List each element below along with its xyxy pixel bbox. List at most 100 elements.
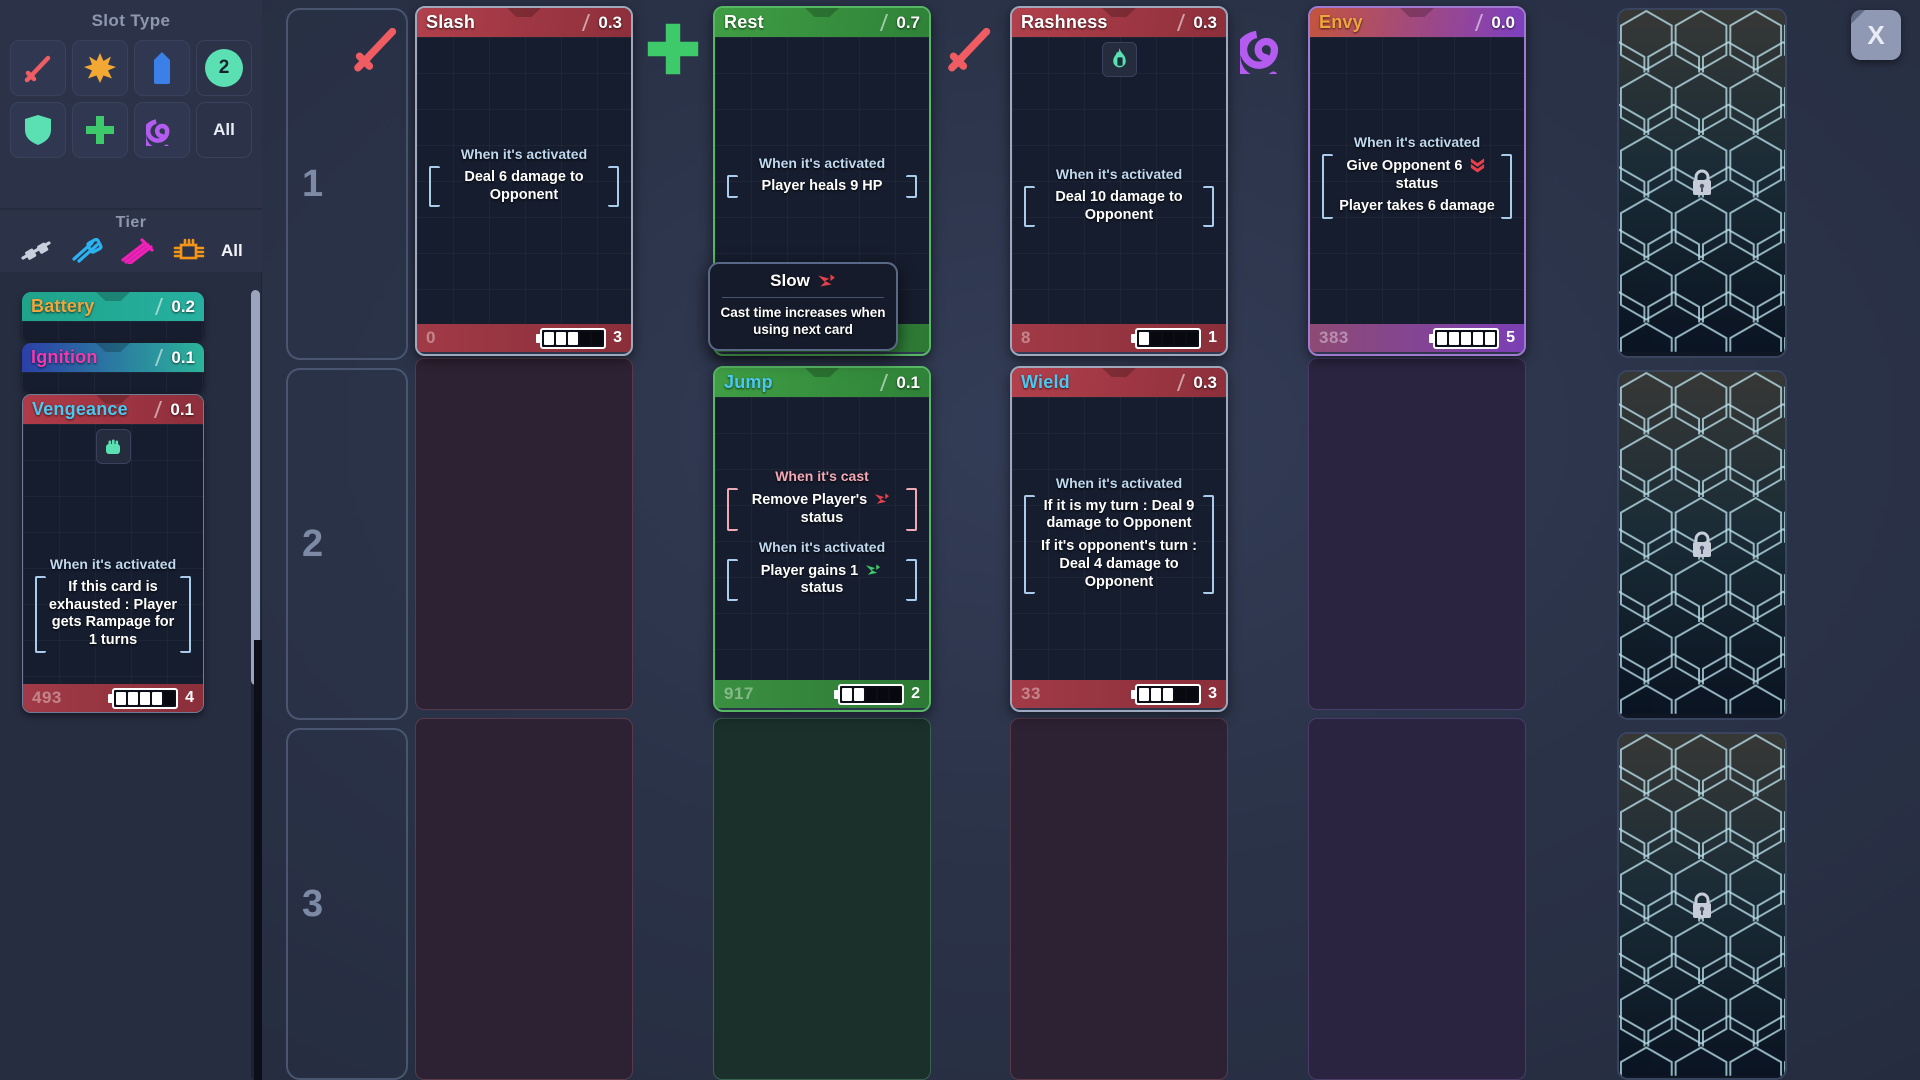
deck-card-list[interactable]: Battery 0.2 Ignition 0.1 Vengeance 0.1 W… — [22, 292, 204, 713]
plus-icon — [647, 23, 699, 75]
effect-line: Player heals 9 HP — [761, 177, 883, 194]
card-header: Battery 0.2 — [22, 292, 204, 321]
effect-header: When it's activated — [460, 145, 588, 162]
tier-row: All — [0, 234, 262, 268]
charge-meter — [108, 687, 179, 709]
lane-icon-0 — [348, 20, 404, 81]
empty-slot-lane0-row2[interactable] — [415, 718, 633, 1080]
card-footer: 493 4 — [23, 684, 203, 712]
board-card-jump[interactable]: Jump 0.1 When it's cast Remove Player's … — [713, 366, 931, 712]
card-footer: 0 3 — [417, 324, 631, 352]
tooltip-title: Slow — [770, 271, 810, 290]
charge-count: 1 — [1208, 329, 1217, 346]
effect-box: Deal 6 damage to Opponent — [429, 164, 619, 209]
effect-line: Deal 10 damage to Opponent — [1055, 188, 1183, 223]
card-cost: 0.1 — [157, 400, 194, 420]
row-slot-3[interactable]: 3 — [286, 728, 408, 1080]
locked-slot-2[interactable] — [1617, 370, 1787, 720]
status-tooltip: Slow Cast time increases when using next… — [708, 262, 898, 351]
shield-icon — [25, 115, 51, 145]
lane-icon-3 — [1233, 22, 1292, 84]
empty-slot-lane3-row1[interactable] — [1308, 358, 1526, 710]
locked-slot-3[interactable] — [1617, 732, 1787, 1080]
tier-1-icon[interactable] — [19, 238, 55, 264]
effect-box: If this card is exhausted : Player gets … — [35, 574, 191, 655]
effect-text-suffix: status — [1395, 175, 1439, 192]
card-cost: 0.3 — [1180, 373, 1217, 393]
card-title: Envy — [1319, 12, 1363, 32]
charge-count: 3 — [613, 329, 622, 346]
empty-slot-lane1-row2[interactable] — [713, 718, 931, 1080]
empty-slot-lane2-row2[interactable] — [1010, 718, 1228, 1080]
card-header: Slash 0.3 — [417, 8, 631, 37]
card-title: Jump — [724, 372, 773, 392]
card-notch — [96, 292, 130, 301]
card-title: Wield — [1021, 372, 1070, 392]
board-card-slash[interactable]: Slash 0.3 When it's activated Deal 6 dam… — [415, 6, 633, 356]
effect-line: If it is my turn : Deal 9 damage to Oppo… — [1043, 497, 1195, 532]
filter-shield[interactable] — [10, 102, 66, 158]
filter-all-label: All — [213, 120, 235, 139]
card-header: Vengeance 0.1 — [23, 395, 203, 424]
card-cost: 0.7 — [883, 13, 920, 33]
deck-card-vengeance[interactable]: Vengeance 0.1 When it's activated If thi… — [22, 394, 204, 713]
effect-text-prefix: Player gains 1 — [760, 562, 859, 579]
row-label-3: 3 — [302, 882, 324, 925]
charge-count: 3 — [1208, 685, 1217, 702]
card-body — [22, 321, 204, 341]
card-header: Rest 0.7 — [715, 8, 929, 37]
effect-box: Give Opponent 6 status Player takes 6 da… — [1322, 152, 1512, 221]
tier-all-label[interactable]: All — [221, 241, 243, 261]
card-charge: 3 — [536, 327, 622, 349]
spiral-icon — [1233, 30, 1279, 84]
empty-slot-lane0-row1[interactable] — [415, 358, 633, 710]
row-label-1: 1 — [302, 162, 324, 205]
effect-line: If it's opponent's turn : Deal 4 damage … — [1041, 538, 1197, 590]
card-id: 493 — [32, 688, 62, 707]
locked-slot-1[interactable] — [1617, 8, 1787, 358]
card-body — [22, 372, 204, 392]
card-header: Rashness 0.3 — [1012, 8, 1226, 37]
filter-all[interactable]: All — [196, 102, 252, 158]
tier-3-icon[interactable] — [120, 238, 156, 264]
plus-icon — [86, 116, 114, 144]
game-screen: Slot Type 2 All Tier All Battery 0.2 Ign… — [0, 0, 1920, 1080]
card-notch — [1400, 8, 1434, 17]
effect-line: Player takes 6 damage — [1339, 198, 1495, 215]
board-card-wield[interactable]: Wield 0.3 When it's activated If it is m… — [1010, 366, 1228, 712]
board-card-rashness[interactable]: Rashness 0.3 When it's activated Deal 10… — [1010, 6, 1228, 356]
filter-count[interactable]: 2 — [196, 40, 252, 96]
empty-slot-lane3-row2[interactable] — [1308, 718, 1526, 1080]
card-cost: 0.0 — [1478, 13, 1515, 33]
card-title: Rest — [724, 12, 764, 32]
tier-2-icon[interactable] — [70, 238, 106, 264]
card-notch — [507, 8, 541, 17]
sidebar-scrollbar-thumb[interactable] — [251, 290, 260, 685]
card-effects: When it's activated Deal 10 damage to Op… — [1012, 166, 1226, 235]
filter-spiral[interactable] — [134, 102, 190, 158]
card-id: 917 — [724, 684, 754, 703]
deck-card-battery[interactable]: Battery 0.2 — [22, 292, 204, 341]
card-notch — [1102, 368, 1136, 377]
tooltip-body: Cast time increases when using next card — [720, 305, 886, 337]
tier-4-icon[interactable] — [171, 238, 207, 264]
card-title: Battery — [31, 296, 95, 316]
row-slot-2[interactable]: 2 — [286, 368, 408, 720]
deck-card-ignition[interactable]: Ignition 0.1 — [22, 343, 204, 392]
filter-plus[interactable] — [72, 102, 128, 158]
card-effects: When it's activated If it is my turn : D… — [1012, 475, 1226, 602]
board-card-envy[interactable]: Envy 0.0 When it's activated Give Oppone… — [1308, 6, 1526, 356]
filter-burst[interactable] — [72, 40, 128, 96]
deck-sidebar: Slot Type 2 All Tier All Battery 0.2 Ign… — [0, 0, 262, 1080]
padlock-icon — [1693, 531, 1711, 557]
card-footer: 8 1 — [1012, 324, 1226, 352]
filter-sword[interactable] — [10, 40, 66, 96]
card-charge: 5 — [1429, 327, 1515, 349]
close-label: X — [1867, 19, 1885, 50]
card-notch — [805, 368, 839, 377]
effect-box: Player gains 1 status — [727, 557, 917, 603]
close-button[interactable]: X — [1851, 10, 1901, 60]
effect-header: When it's activated — [1353, 133, 1481, 150]
filter-battery[interactable] — [134, 40, 190, 96]
effect-header: When it's activated — [49, 556, 177, 572]
